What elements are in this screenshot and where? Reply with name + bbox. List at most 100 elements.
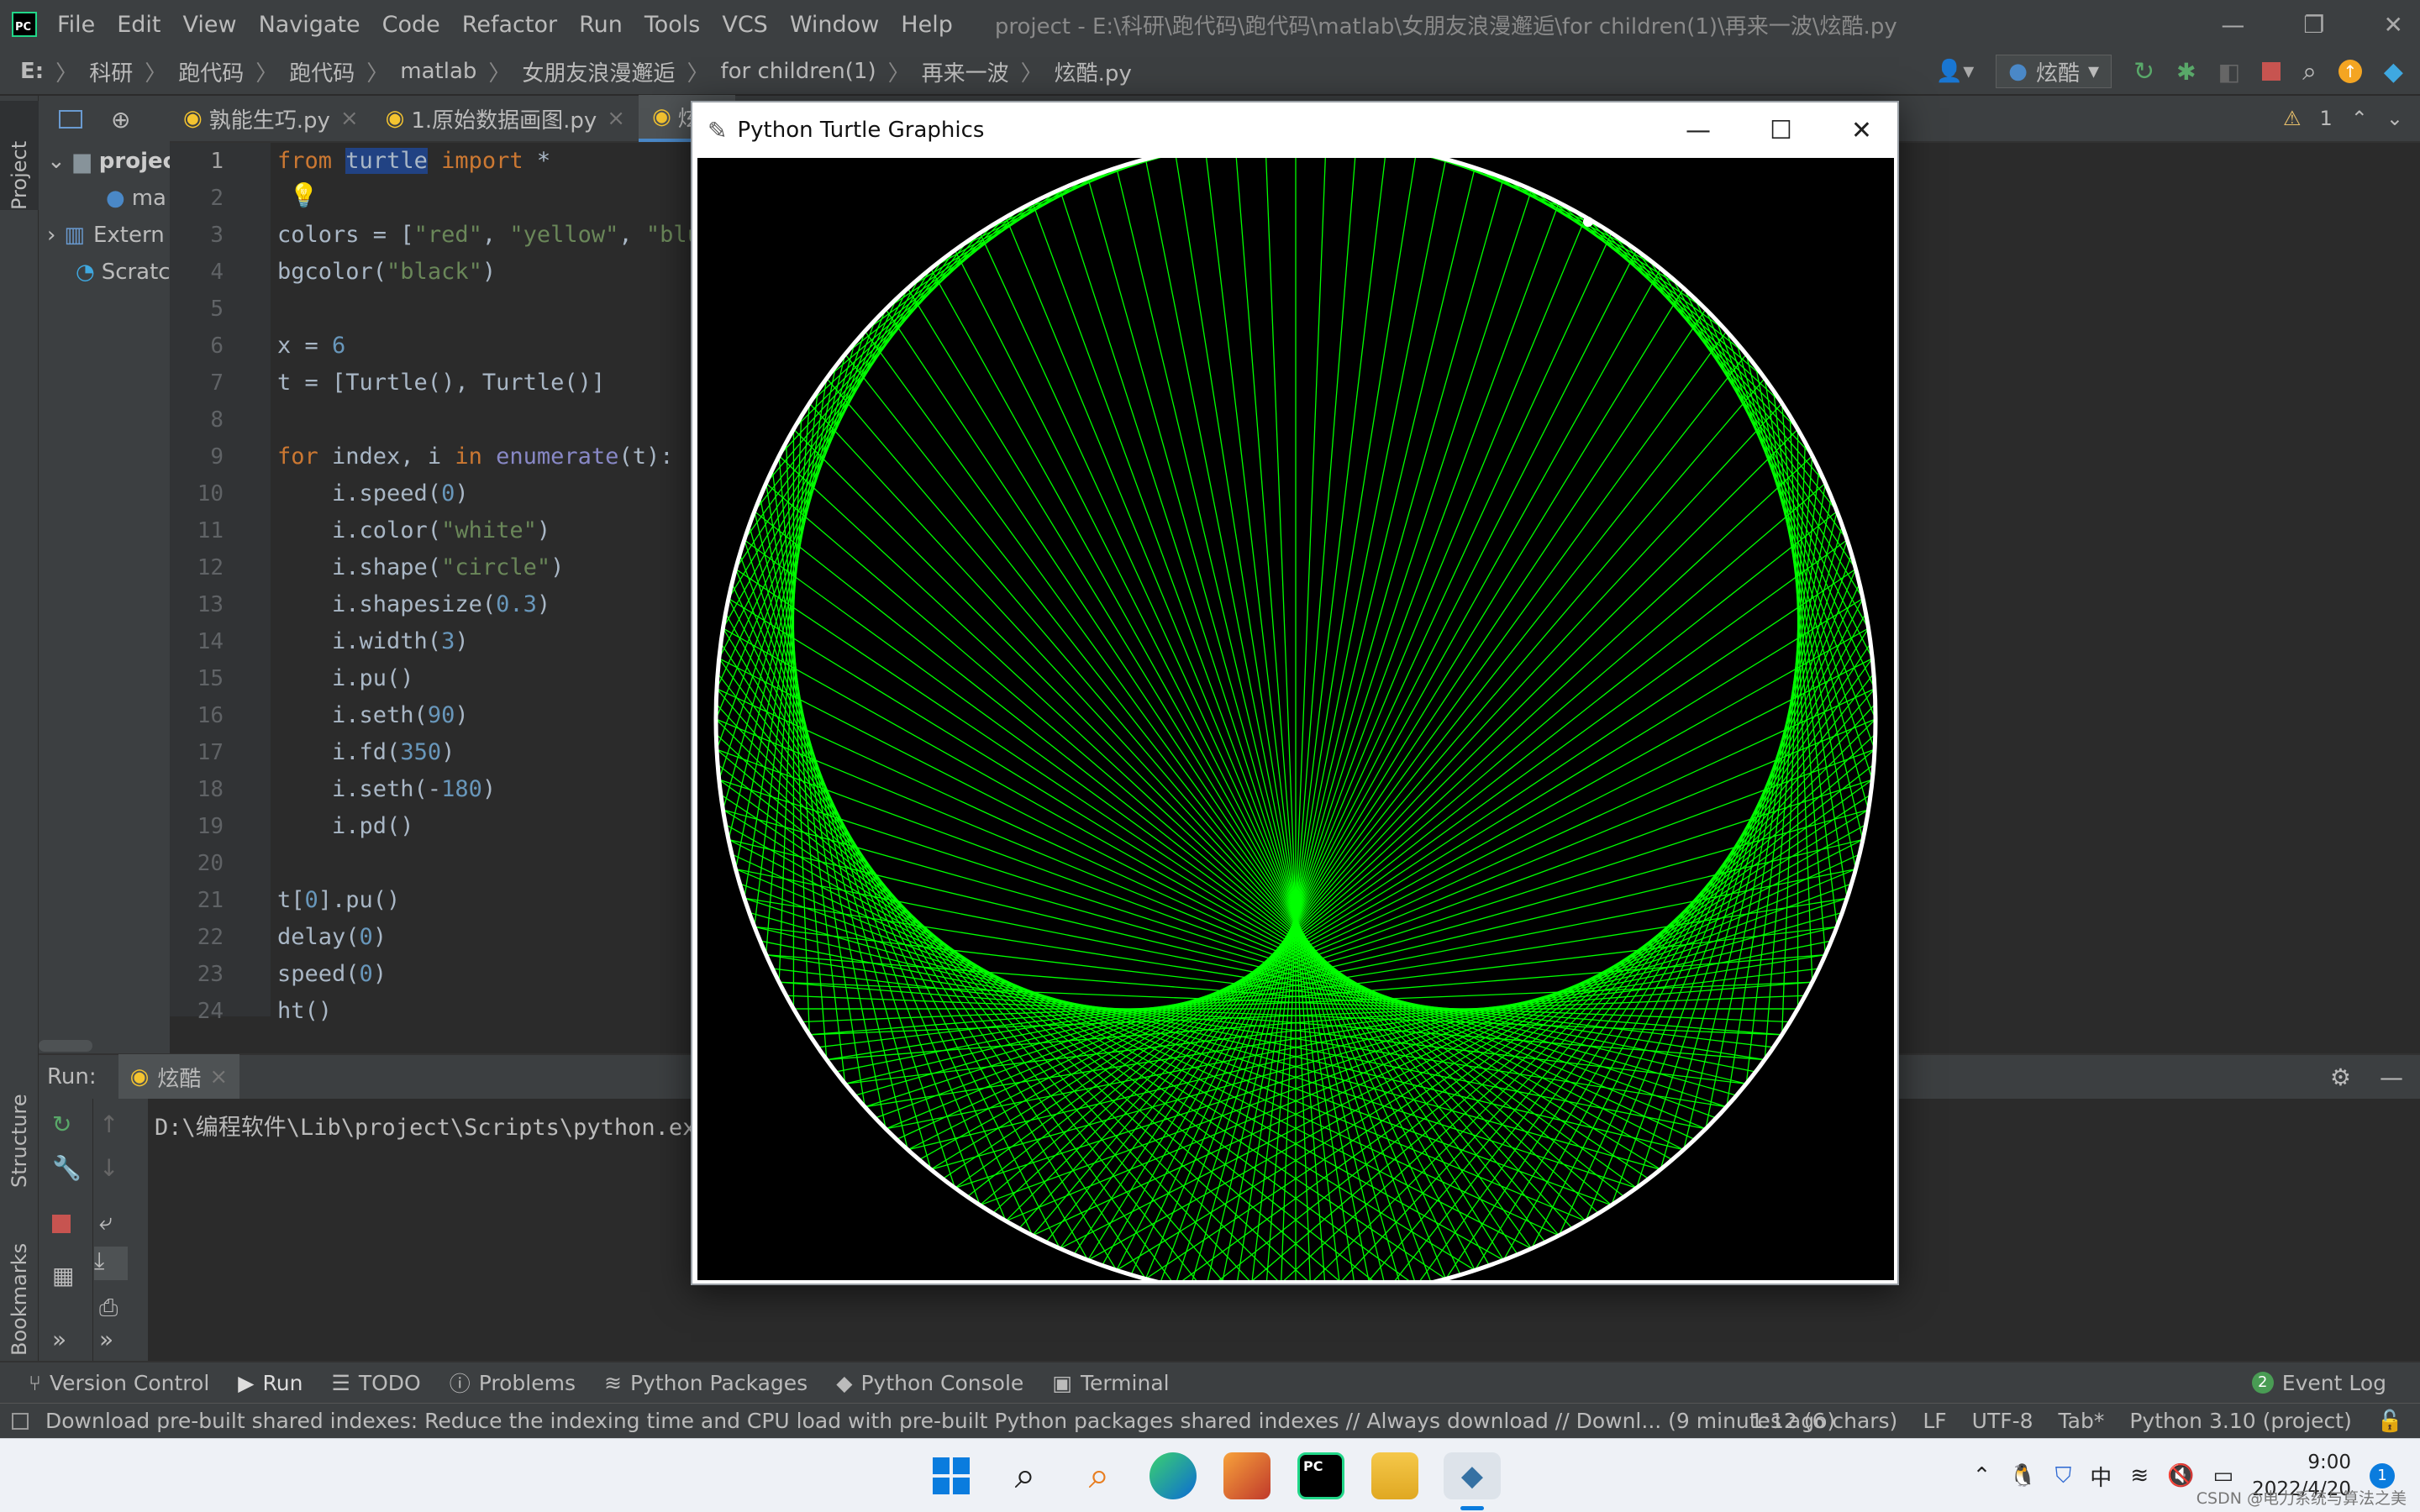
bookmarks-tool-tab[interactable]: Bookmarks <box>0 1213 39 1356</box>
expand-icon[interactable]: » <box>52 1326 66 1353</box>
breadcrumb-item[interactable]: 科研 <box>89 56 133 87</box>
restore-button[interactable]: ❐ <box>2303 11 2324 39</box>
tab-file-2[interactable]: ◉ 1.原始数据画图.py × <box>372 95 639 142</box>
caret-position[interactable]: 1:12 (6 chars) <box>1750 1409 1898 1433</box>
update-icon[interactable]: ↑ <box>2338 60 2362 83</box>
indent-setting[interactable]: Tab* <box>2059 1409 2105 1433</box>
stop-icon[interactable] <box>2262 62 2281 81</box>
pycharm-icon[interactable]: PC <box>1297 1452 1344 1499</box>
soft-wrap-icon[interactable]: ⤶ <box>99 1208 113 1236</box>
hide-icon[interactable]: — <box>2380 1063 2403 1091</box>
menu-item[interactable]: Window <box>790 12 879 38</box>
tab-python-packages[interactable]: ≋ Python Packages <box>604 1371 808 1395</box>
tab-terminal[interactable]: ▣ Terminal <box>1052 1371 1169 1395</box>
menu-item[interactable]: Navigate <box>259 12 360 38</box>
tab-todo[interactable]: ☰ TODO <box>331 1371 420 1395</box>
file-explorer-icon[interactable] <box>1371 1452 1418 1499</box>
breadcrumb-item[interactable]: for children(1) <box>720 59 876 84</box>
menu-item[interactable]: Help <box>901 12 953 38</box>
tree-item-project[interactable]: ⌄ ▆ projec <box>39 143 176 180</box>
wifi-icon[interactable]: ≋ <box>2130 1463 2149 1488</box>
close-icon[interactable]: × <box>340 106 359 131</box>
menu-item[interactable]: Run <box>579 12 623 38</box>
tree-item-file[interactable]: ● ma <box>39 180 170 217</box>
breadcrumb-item[interactable]: 跑代码 <box>289 56 355 87</box>
notification-badge[interactable]: 1 <box>2370 1463 2395 1488</box>
print-icon[interactable]: ⎙ <box>99 1294 118 1322</box>
project-tool-tab[interactable]: Project <box>0 101 39 210</box>
search-icon[interactable]: ⌕ <box>1002 1452 1049 1499</box>
python-running-icon[interactable]: ◆ <box>1444 1452 1501 1499</box>
panel-layout-icon[interactable] <box>59 110 82 129</box>
menu-item[interactable]: Refactor <box>462 12 557 38</box>
lightbulb-icon[interactable]: 💡 <box>289 181 318 209</box>
editor-hscrollbar[interactable] <box>39 1040 92 1052</box>
layout-icon[interactable]: ▦ <box>52 1262 74 1289</box>
tab-python-console[interactable]: ◆ Python Console <box>836 1371 1023 1395</box>
shield-icon[interactable]: ⛉ <box>2055 1463 2072 1489</box>
menu-item[interactable]: Code <box>382 12 440 38</box>
run-tab[interactable]: ◉ 炫酷 × <box>118 1054 240 1100</box>
chevron-down-icon[interactable]: ⌄ <box>2386 107 2403 130</box>
structure-tool-tab[interactable]: Structure <box>0 1062 39 1188</box>
maximize-button[interactable]: ☐ <box>1770 116 1792 145</box>
file-encoding[interactable]: UTF-8 <box>1972 1409 2033 1433</box>
turtle-window-titlebar[interactable]: ✎ Python Turtle Graphics — ☐ ✕ <box>692 102 1897 158</box>
matlab-icon[interactable] <box>1223 1452 1270 1499</box>
interpreter-selector[interactable]: Python 3.10 (project) <box>2129 1409 2352 1433</box>
battery-icon[interactable]: ▭ <box>2212 1463 2233 1488</box>
target-icon[interactable]: ⊕ <box>111 106 130 134</box>
debug-icon[interactable]: ✱ <box>2176 58 2196 86</box>
minimize-button[interactable]: — <box>1686 116 1711 145</box>
everything-search-icon[interactable]: ⌕ <box>1076 1452 1123 1499</box>
close-icon[interactable]: × <box>607 106 625 131</box>
volume-muted-icon[interactable]: 🔇 <box>2167 1463 2194 1488</box>
menu-item[interactable]: VCS <box>722 12 767 38</box>
edge-browser-icon[interactable] <box>1150 1452 1197 1499</box>
tree-item-external-libraries[interactable]: › ▥ Extern <box>39 217 170 254</box>
coverage-icon[interactable]: ◧ <box>2218 58 2240 86</box>
menu-item[interactable]: Edit <box>117 12 160 38</box>
breadcrumb-item[interactable]: 跑代码 <box>178 56 244 87</box>
lock-icon[interactable]: 🔓 <box>2377 1409 2403 1434</box>
minimize-button[interactable]: — <box>2221 11 2244 39</box>
wrench-icon[interactable]: 🔧 <box>52 1154 82 1182</box>
warning-icon[interactable]: ⚠ <box>2283 107 2302 130</box>
expand-icon[interactable]: » <box>99 1326 113 1353</box>
tray-app-icon[interactable]: 🐧 <box>2009 1463 2036 1488</box>
user-icon[interactable]: 👤▾ <box>1936 59 1974 84</box>
plugin-icon[interactable]: ◆ <box>2384 57 2403 87</box>
windows-start-icon[interactable] <box>928 1452 975 1499</box>
scroll-to-end-icon[interactable]: ⤓ <box>94 1247 128 1280</box>
rerun-icon[interactable]: ↻ <box>2133 57 2154 87</box>
menu-item[interactable]: Tools <box>644 12 701 38</box>
panel-icon[interactable] <box>12 1412 29 1430</box>
chevron-up-icon[interactable]: ⌃ <box>2351 107 2368 130</box>
run-config-selector[interactable]: ● 炫酷 ▾ <box>1996 55 2112 88</box>
breadcrumb-item[interactable]: matlab <box>400 59 476 84</box>
rerun-icon[interactable]: ↻ <box>52 1110 71 1138</box>
close-button[interactable]: ✕ <box>1851 116 1872 145</box>
breadcrumb-item[interactable]: E: <box>20 59 44 84</box>
tab-run[interactable]: ▶ Run <box>238 1371 302 1395</box>
ime-indicator[interactable]: 中 <box>2090 1461 2112 1492</box>
breadcrumb-item[interactable]: 女朋友浪漫邂逅 <box>522 56 675 87</box>
line-separator[interactable]: LF <box>1923 1409 1946 1433</box>
tree-item-scratches[interactable]: ◔ Scratc <box>39 254 171 291</box>
chevron-up-icon[interactable]: ⌃ <box>1973 1463 1991 1488</box>
tab-version-control[interactable]: ⑂ Version Control <box>29 1371 209 1395</box>
event-log-button[interactable]: 2 Event Log <box>2251 1371 2386 1395</box>
tab-problems[interactable]: ⓘ Problems <box>450 1368 576 1398</box>
search-icon[interactable]: ⌕ <box>2302 57 2317 87</box>
close-button[interactable]: ✕ <box>2384 11 2403 39</box>
breadcrumb-item[interactable]: 再来一波 <box>922 56 1009 87</box>
breadcrumb-item[interactable]: 炫酷.py <box>1055 56 1132 87</box>
down-icon[interactable]: ↓ <box>99 1154 118 1182</box>
turtle-canvas[interactable] <box>697 137 1894 1301</box>
menu-item[interactable]: View <box>182 12 236 38</box>
stop-icon[interactable] <box>52 1215 71 1233</box>
menu-item[interactable]: File <box>57 12 95 38</box>
up-icon[interactable]: ↑ <box>99 1110 118 1138</box>
gear-icon[interactable]: ⚙ <box>2330 1063 2351 1091</box>
close-icon[interactable]: × <box>209 1064 228 1089</box>
